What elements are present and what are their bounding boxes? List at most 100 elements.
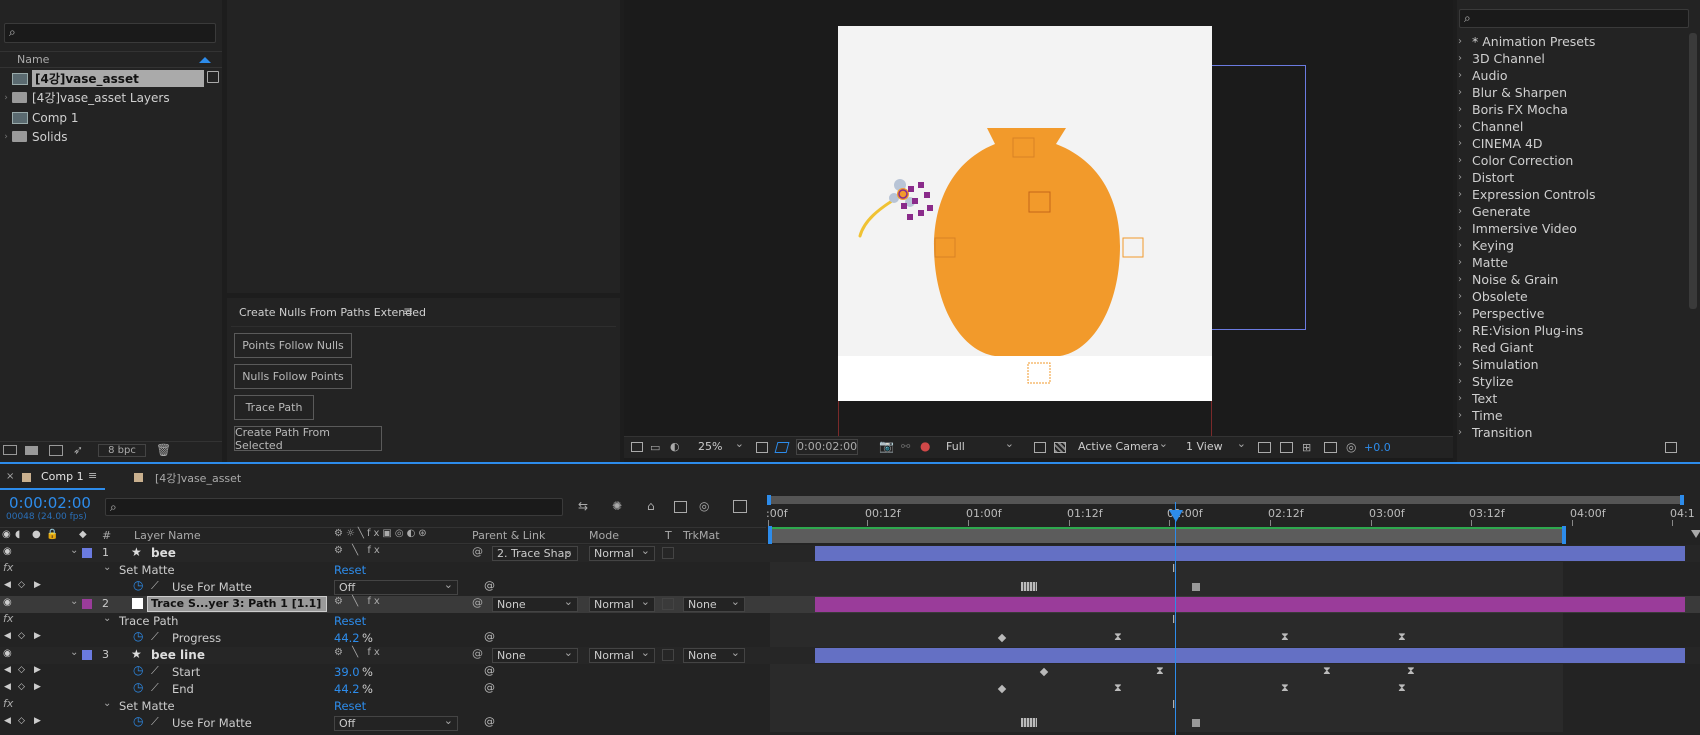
monitor-icon[interactable]: ▭ — [650, 441, 660, 454]
flowchart-icon[interactable] — [207, 71, 219, 83]
keyframe-hold[interactable]: ⧗ — [1281, 681, 1289, 695]
add-keyframe-icon[interactable]: ◇ — [18, 580, 25, 590]
viewer-timecode[interactable]: 0:00:02:00 — [796, 439, 858, 455]
expand-arrow-icon[interactable]: › — [0, 93, 12, 103]
project-search-input[interactable]: ⌕ — [4, 23, 216, 43]
expand-arrow-icon[interactable]: ⌄ — [103, 562, 111, 573]
video-toggle-icon[interactable]: ◉ — [3, 648, 12, 659]
expand-arrow-icon[interactable]: ⌄ — [70, 596, 78, 607]
stopwatch-icon[interactable]: ◷ — [133, 629, 143, 643]
keyframe-hold[interactable]: ⧗ — [1398, 630, 1406, 644]
current-time-indicator-head[interactable] — [1169, 510, 1183, 522]
work-area-range[interactable] — [770, 527, 1564, 543]
add-keyframe-icon[interactable]: ◇ — [18, 682, 25, 692]
property-value-dropdown[interactable]: Off — [334, 714, 458, 731]
property-group-row[interactable]: fx ⌄ Set Matte Reset I — [0, 561, 1700, 579]
effects-category-item[interactable]: › Keying — [1458, 237, 1514, 254]
keyframe-group[interactable] — [1021, 718, 1037, 727]
expand-arrow-icon[interactable]: › — [1458, 342, 1472, 353]
tab-comp-1[interactable]: Comp 1 — [41, 470, 84, 483]
mask-path-icon[interactable] — [774, 442, 790, 453]
expand-arrow-icon[interactable]: › — [1458, 257, 1472, 268]
keyframe-hold[interactable]: ⧗ — [1407, 664, 1415, 678]
mode-column-header[interactable]: Mode — [589, 529, 619, 542]
expand-arrow-icon[interactable]: › — [1458, 308, 1472, 319]
effects-category-item[interactable]: › Obsolete — [1458, 288, 1528, 305]
transparency-grid-icon[interactable] — [1054, 442, 1066, 453]
expand-arrow-icon[interactable]: › — [1458, 121, 1472, 132]
layer-duration-bar[interactable] — [815, 597, 1685, 612]
keyframe-group[interactable] — [1021, 582, 1037, 591]
expand-arrow-icon[interactable]: › — [1458, 274, 1472, 285]
time-ruler[interactable]: :00f 00:12f 01:00f 01:12f 02:00f 02:12f 03:00f… — [766, 504, 1700, 526]
label-color-swatch[interactable] — [82, 650, 92, 660]
effects-category-item[interactable]: › CINEMA 4D — [1458, 135, 1543, 152]
motion-blur-icon[interactable]: ◎ — [699, 499, 709, 513]
layer-name-column-header[interactable]: Layer Name — [134, 529, 201, 542]
graph-icon[interactable]: ⟋ — [151, 715, 159, 729]
previous-keyframe-icon[interactable]: ◀ — [4, 580, 11, 590]
stopwatch-icon[interactable]: ◷ — [133, 680, 143, 694]
expand-arrow-icon[interactable]: ⌄ — [70, 545, 78, 556]
close-tab-icon[interactable]: × — [6, 471, 14, 482]
color-channel-icon[interactable]: ● — [920, 439, 930, 453]
add-keyframe-icon[interactable]: ◇ — [18, 716, 25, 726]
preserve-transparency-toggle[interactable] — [662, 598, 674, 610]
stopwatch-icon[interactable]: ◷ — [133, 714, 143, 728]
effects-category-item[interactable]: › Blur & Sharpen — [1458, 84, 1567, 101]
blend-mode-dropdown[interactable]: Normal — [589, 595, 655, 612]
video-toggle-icon[interactable]: ◉ — [3, 546, 12, 557]
layer-row[interactable]: ◉ ⌄ 1 ★ bee ⚙ ╲ fx @2. Trace Shap Normal — [0, 544, 1700, 562]
timeline-icon[interactable] — [1280, 442, 1293, 453]
effects-category-item[interactable]: › Noise & Grain — [1458, 271, 1558, 288]
expand-arrow-icon[interactable]: › — [1458, 36, 1472, 47]
new-composition-icon[interactable] — [49, 445, 63, 456]
property-value[interactable]: 44.2 — [334, 682, 360, 696]
property-group-row[interactable]: fx ⌄ Set Matte Reset I — [0, 697, 1700, 715]
exposure-value[interactable]: +0.0 — [1364, 441, 1391, 454]
keyframe-hold[interactable]: ⧗ — [1281, 630, 1289, 644]
comp-mini-flowchart-icon[interactable]: ⇆ — [578, 499, 588, 513]
draft-3d-icon[interactable]: ✺ — [612, 499, 622, 513]
keyframe-hold[interactable]: ⧗ — [1156, 664, 1164, 678]
property-row[interactable]: ◀ ◇ ▶ ◷ ⟋ Progress 44.2% @ ⧗ ⧗ ⧗ — [0, 629, 1700, 647]
trace-path-button[interactable]: Trace Path — [234, 395, 314, 420]
effect-reset-link[interactable]: Reset — [334, 699, 366, 713]
expand-arrow-icon[interactable]: › — [1458, 155, 1472, 166]
expand-arrow-icon[interactable]: › — [1458, 53, 1472, 64]
layer-switches[interactable]: ⚙ ╲ fx — [334, 596, 383, 607]
parent-dropdown[interactable]: 2. Trace Shap — [492, 544, 578, 561]
layer-duration-bar[interactable] — [815, 546, 1685, 561]
effects-category-item[interactable]: › Color Correction — [1458, 152, 1573, 169]
tab-vase-asset[interactable]: [4강]vase_asset — [155, 470, 241, 486]
effects-category-item[interactable]: › Simulation — [1458, 356, 1539, 373]
expand-arrow-icon[interactable]: › — [1458, 206, 1472, 217]
resolution-dropdown[interactable]: Full — [942, 437, 1018, 455]
expand-arrow-icon[interactable]: › — [1458, 410, 1472, 421]
previous-keyframe-icon[interactable]: ◀ — [4, 665, 11, 675]
expand-arrow-icon[interactable]: › — [1458, 138, 1472, 149]
effects-category-item[interactable]: › 3D Channel — [1458, 50, 1545, 67]
expand-arrow-icon[interactable]: › — [1458, 325, 1472, 336]
previous-keyframe-icon[interactable]: ◀ — [4, 716, 11, 726]
audio-toggle-icon[interactable]: ◖ — [15, 529, 20, 540]
effects-scrollbar[interactable] — [1689, 33, 1697, 309]
project-item[interactable]: › [4강]vase_asset Layers — [0, 88, 204, 107]
property-value-dropdown[interactable]: Off — [334, 578, 458, 595]
points-follow-nulls-button[interactable]: Points Follow Nulls — [234, 333, 352, 358]
layer-name[interactable]: bee line — [151, 648, 205, 662]
keyframe-hold[interactable]: ⧗ — [1114, 630, 1122, 644]
effects-category-item[interactable]: › Generate — [1458, 203, 1530, 220]
effects-category-item[interactable]: › Matte — [1458, 254, 1508, 271]
effects-category-item[interactable]: › Text — [1458, 390, 1497, 407]
layer-name[interactable]: bee — [151, 546, 176, 560]
graph-icon[interactable]: ⟋ — [151, 681, 159, 695]
expand-arrow-icon[interactable]: › — [1458, 291, 1472, 302]
reset-exposure-icon[interactable]: ◎ — [1346, 440, 1356, 454]
keyframe-hold[interactable]: ⧗ — [1114, 681, 1122, 695]
effects-category-item[interactable]: › Transition — [1458, 424, 1532, 441]
expand-arrow-icon[interactable]: › — [1458, 427, 1472, 438]
pick-whip-icon[interactable]: @ — [472, 545, 483, 558]
effects-category-item[interactable]: › RE:Vision Plug-ins — [1458, 322, 1583, 339]
trkmat-column-header[interactable]: TrkMat — [683, 529, 720, 542]
